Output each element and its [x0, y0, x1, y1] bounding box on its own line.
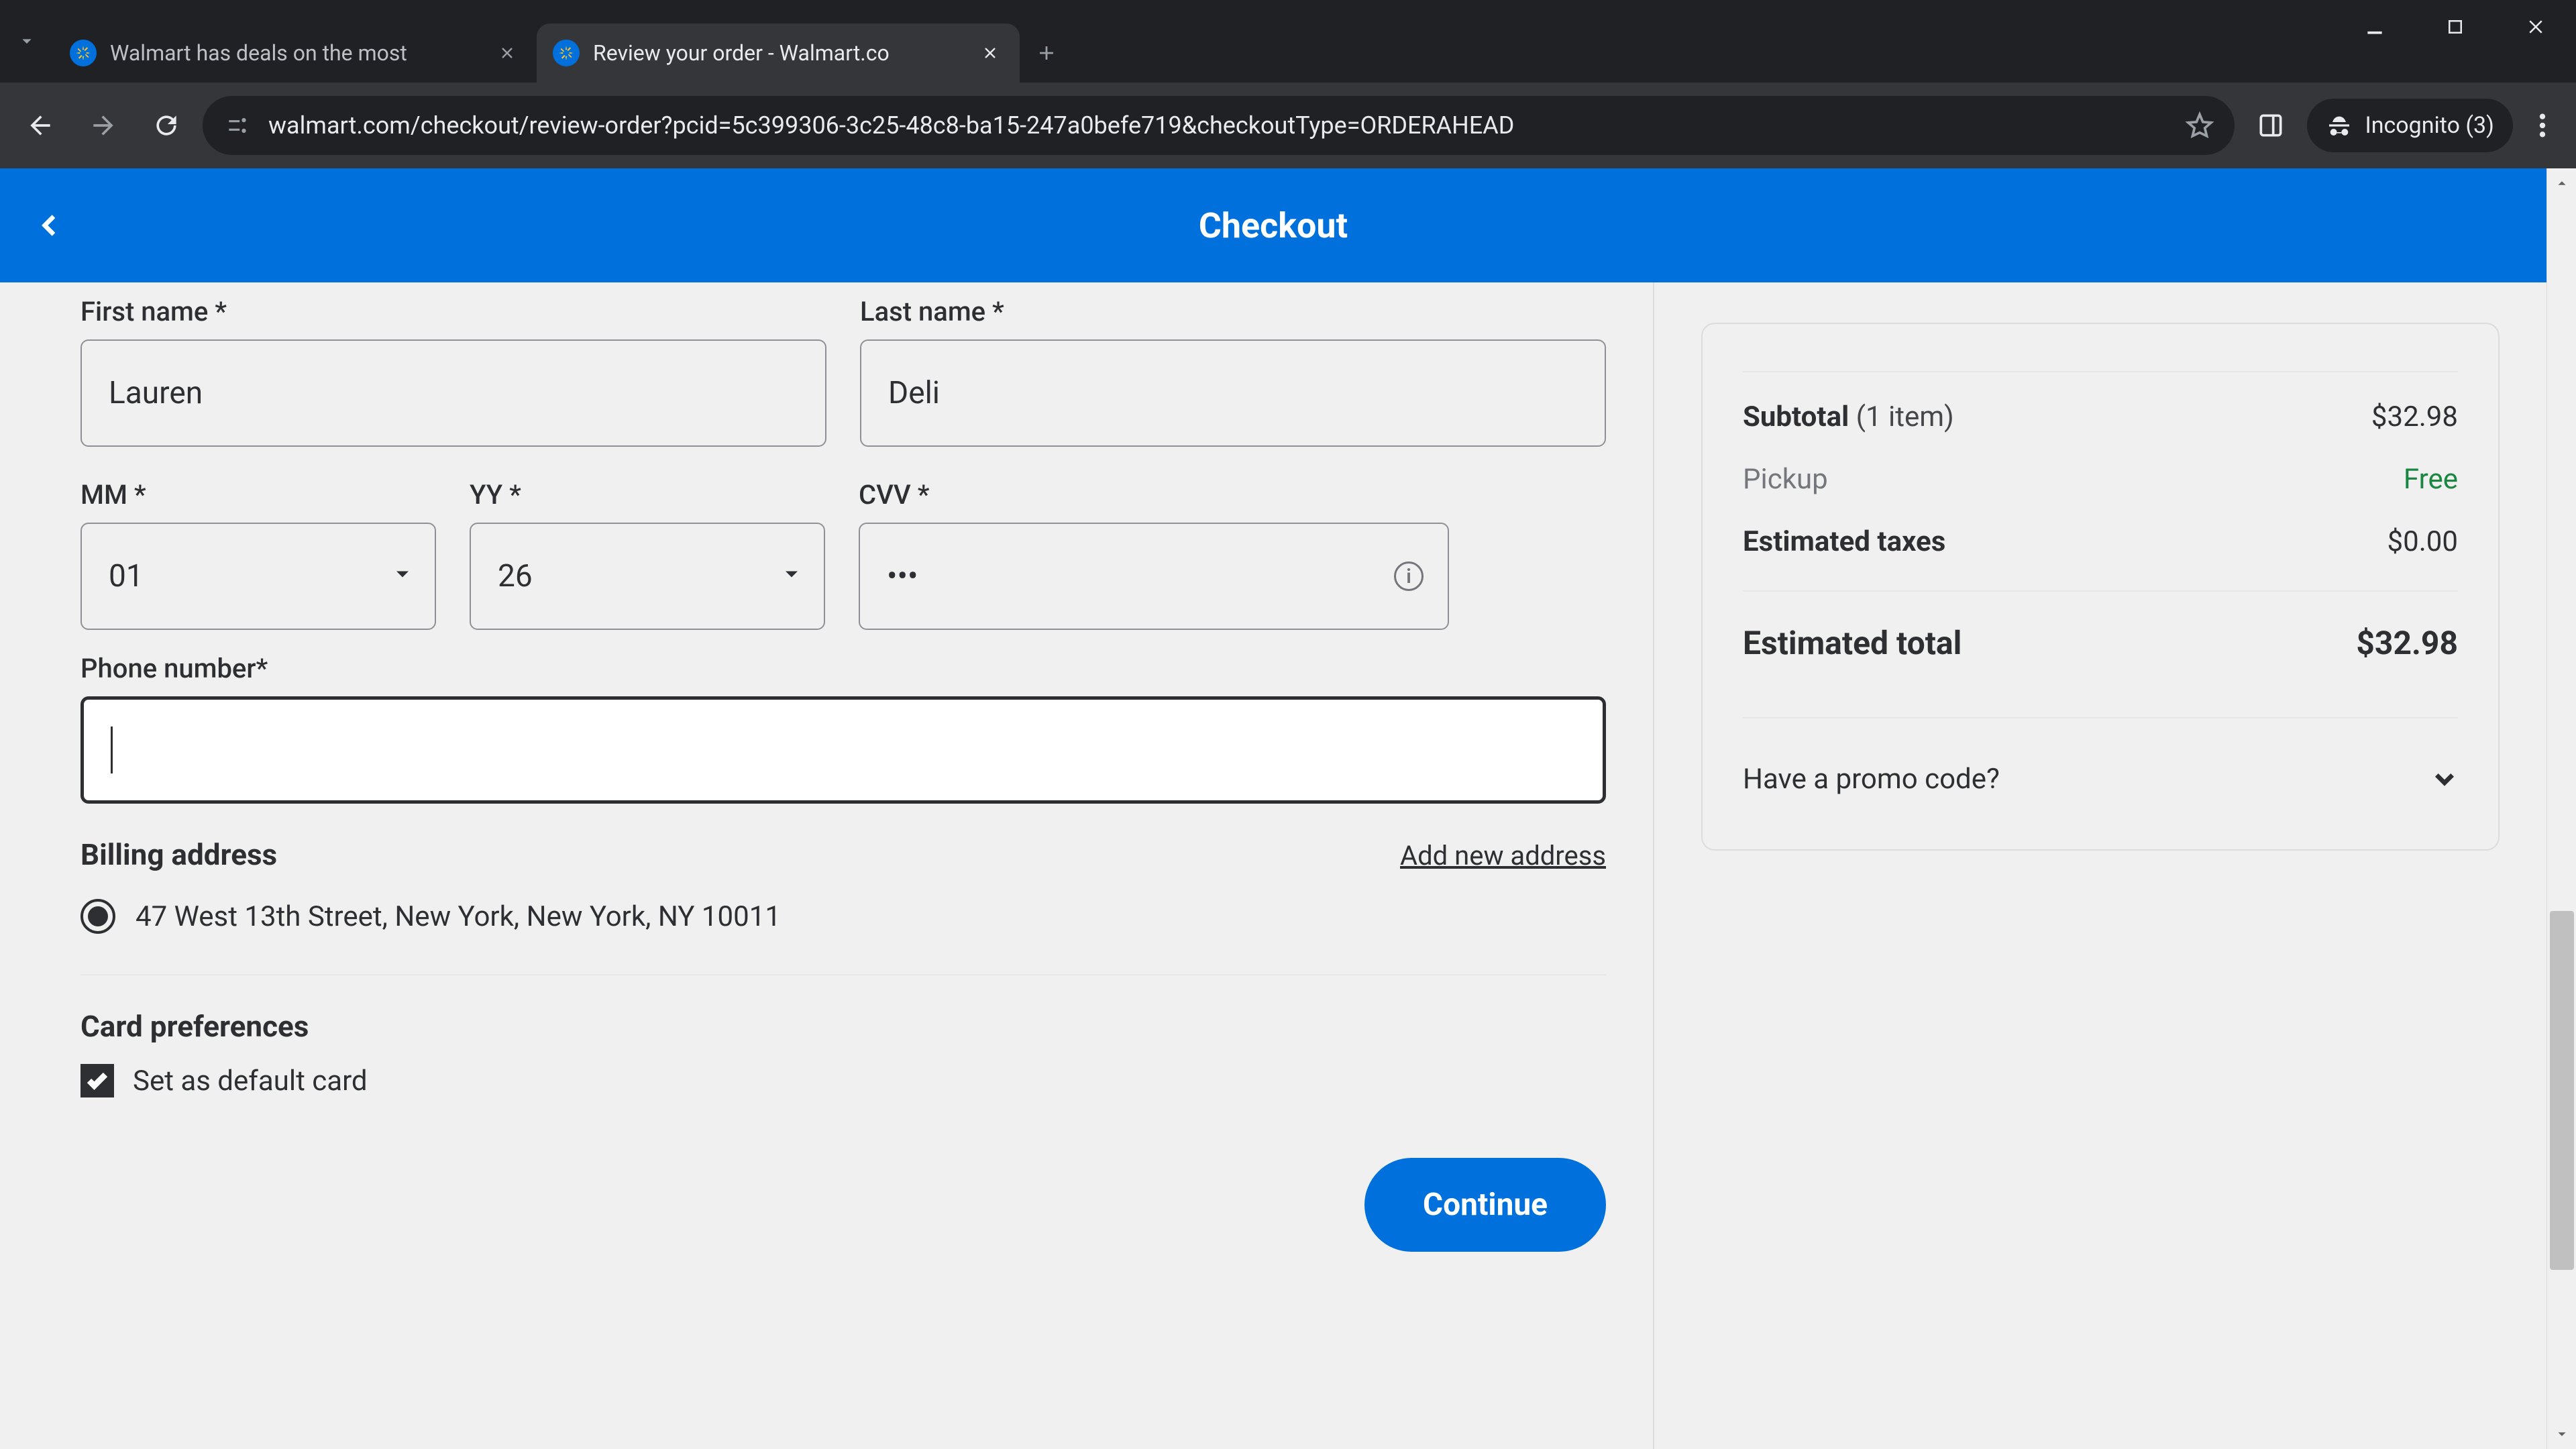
chevron-down-icon: [390, 558, 415, 594]
window-maximize-button[interactable]: [2415, 0, 2496, 54]
walmart-spark-icon: [553, 40, 580, 66]
radio-selected-icon: [80, 899, 115, 934]
tab-title: Review your order - Walmart.co: [593, 40, 966, 66]
nav-forward-button[interactable]: [76, 99, 130, 152]
tab-search-dropdown[interactable]: [0, 17, 54, 64]
browser-tab-0[interactable]: Walmart has deals on the most: [54, 23, 537, 83]
first-name-input[interactable]: Lauren: [80, 339, 826, 447]
nav-reload-button[interactable]: [140, 99, 193, 152]
pickup-value: Free: [2404, 463, 2458, 496]
phone-input[interactable]: [80, 696, 1606, 804]
expiry-month-select[interactable]: 01: [80, 523, 436, 630]
divider: [80, 974, 1606, 975]
window-close-button[interactable]: [2496, 0, 2576, 54]
taxes-label: Estimated taxes: [1743, 525, 1945, 558]
promo-label: Have a promo code?: [1743, 763, 2000, 796]
page-viewport: Checkout First name * Lauren Last name *…: [0, 168, 2576, 1449]
order-summary-card: Subtotal (1 item) $32.98 Pickup Free Est…: [1701, 323, 2500, 851]
checkout-header: Checkout: [0, 168, 2546, 282]
site-settings-icon[interactable]: [223, 111, 252, 140]
address-bar[interactable]: walmart.com/checkout/review-order?pcid=5…: [203, 96, 2235, 155]
card-preferences-title: Card preferences: [80, 1009, 1606, 1044]
chevron-down-icon: [2431, 766, 2458, 793]
new-tab-button[interactable]: [1020, 23, 1073, 83]
scrollbar-thumb[interactable]: [2550, 911, 2574, 1270]
close-tab-icon[interactable]: [496, 42, 518, 64]
page-title: Checkout: [1199, 205, 1348, 246]
header-back-button[interactable]: [27, 202, 74, 249]
reader-mode-icon[interactable]: [2244, 99, 2298, 152]
nav-back-button[interactable]: [13, 99, 67, 152]
order-summary-column: Subtotal (1 item) $32.98 Pickup Free Est…: [1654, 282, 2546, 1449]
vertical-scrollbar[interactable]: [2546, 168, 2576, 1449]
url-text: walmart.com/checkout/review-order?pcid=5…: [268, 111, 2169, 140]
browser-tab-strip: Walmart has deals on the most Review you…: [0, 0, 2576, 83]
cvv-input[interactable]: ••• i: [859, 523, 1449, 630]
incognito-indicator[interactable]: Incognito (3): [2307, 99, 2513, 152]
total-value: $32.98: [2356, 624, 2458, 662]
billing-address-option[interactable]: 47 West 13th Street, New York, New York,…: [80, 899, 1606, 934]
first-name-label: First name *: [80, 296, 826, 327]
incognito-icon: [2326, 112, 2353, 139]
incognito-label: Incognito (3): [2365, 112, 2494, 139]
bookmark-star-icon[interactable]: [2185, 111, 2214, 140]
last-name-label: Last name *: [860, 296, 1606, 327]
last-name-input[interactable]: Deli: [860, 339, 1606, 447]
pickup-label: Pickup: [1743, 463, 1828, 496]
default-card-label: Set as default card: [133, 1065, 368, 1097]
add-new-address-link[interactable]: Add new address: [1400, 840, 1606, 871]
text-cursor: [111, 727, 113, 773]
browser-toolbar: walmart.com/checkout/review-order?pcid=5…: [0, 83, 2576, 168]
continue-button[interactable]: Continue: [1364, 1158, 1606, 1252]
billing-address-title: Billing address: [80, 837, 277, 872]
close-tab-icon[interactable]: [979, 42, 1001, 64]
total-label: Estimated total: [1743, 624, 1962, 662]
taxes-value: $0.00: [2387, 525, 2459, 558]
scroll-up-arrow[interactable]: [2547, 168, 2576, 198]
browser-tab-1[interactable]: Review your order - Walmart.co: [537, 23, 1020, 83]
checkout-form: First name * Lauren Last name * Deli MM …: [0, 282, 1653, 1449]
subtotal-label: Subtotal (1 item): [1743, 400, 1954, 433]
yy-label: YY *: [470, 479, 825, 511]
page-content: Checkout First name * Lauren Last name *…: [0, 168, 2546, 1449]
address-text: 47 West 13th Street, New York, New York,…: [136, 900, 781, 933]
expiry-year-select[interactable]: 26: [470, 523, 825, 630]
tab-title: Walmart has deals on the most: [110, 40, 483, 66]
scroll-down-arrow[interactable]: [2547, 1419, 2576, 1449]
window-controls: [2334, 0, 2576, 83]
cvv-info-icon[interactable]: i: [1394, 561, 1424, 591]
subtotal-value: $32.98: [2371, 400, 2458, 433]
browser-menu-button[interactable]: [2522, 112, 2563, 139]
chevron-down-icon: [780, 558, 804, 594]
default-card-checkbox-row[interactable]: Set as default card: [80, 1064, 1606, 1097]
promo-code-toggle[interactable]: Have a promo code?: [1743, 736, 2458, 802]
cvv-label: CVV *: [859, 479, 1449, 511]
phone-label: Phone number*: [80, 653, 1606, 684]
mm-label: MM *: [80, 479, 436, 511]
checkbox-checked-icon: [80, 1064, 114, 1097]
walmart-spark-icon: [70, 40, 97, 66]
window-minimize-button[interactable]: [2334, 0, 2415, 54]
